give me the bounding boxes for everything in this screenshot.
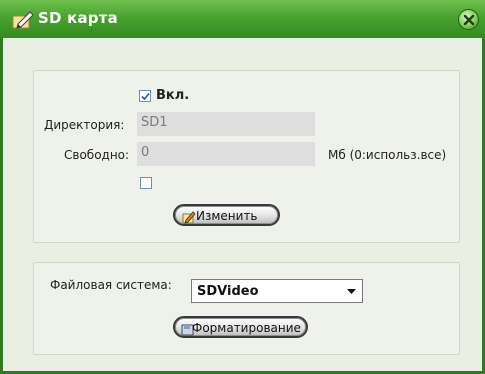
filesystem-panel <box>33 262 460 355</box>
free-space-field[interactable]: 0 <box>137 142 315 166</box>
directory-field[interactable]: SD1 <box>137 112 315 136</box>
filesystem-label: Файловая система: <box>50 278 172 292</box>
title-bar[interactable]: SD карта <box>0 0 485 38</box>
checkmark-icon <box>141 92 150 101</box>
secondary-checkbox[interactable] <box>140 177 152 189</box>
chevron-down-icon <box>347 289 356 294</box>
free-unit-label: Мб (0:использ.все) <box>328 148 447 162</box>
change-button-label: Изменить <box>196 209 258 223</box>
filesystem-selected-value: SDVideo <box>197 284 259 299</box>
pencil-folder-icon <box>12 10 34 30</box>
enable-label: Вкл. <box>156 88 190 103</box>
filesystem-select[interactable]: SDVideo <box>191 279 363 303</box>
format-button-label: Форматирование <box>192 321 301 335</box>
close-button[interactable] <box>458 9 479 30</box>
free-label: Свободно: <box>64 148 130 162</box>
window-title: SD карта <box>38 9 118 27</box>
sd-card-dialog: SD карта Вкл. Директория: SD1 Свободно: … <box>0 0 485 374</box>
close-icon <box>463 14 475 26</box>
edit-icon <box>182 209 196 228</box>
format-button[interactable]: Форматирование <box>173 316 308 338</box>
directory-label: Директория: <box>44 118 125 132</box>
enable-checkbox[interactable] <box>139 90 151 102</box>
change-button[interactable]: Изменить <box>173 204 280 226</box>
